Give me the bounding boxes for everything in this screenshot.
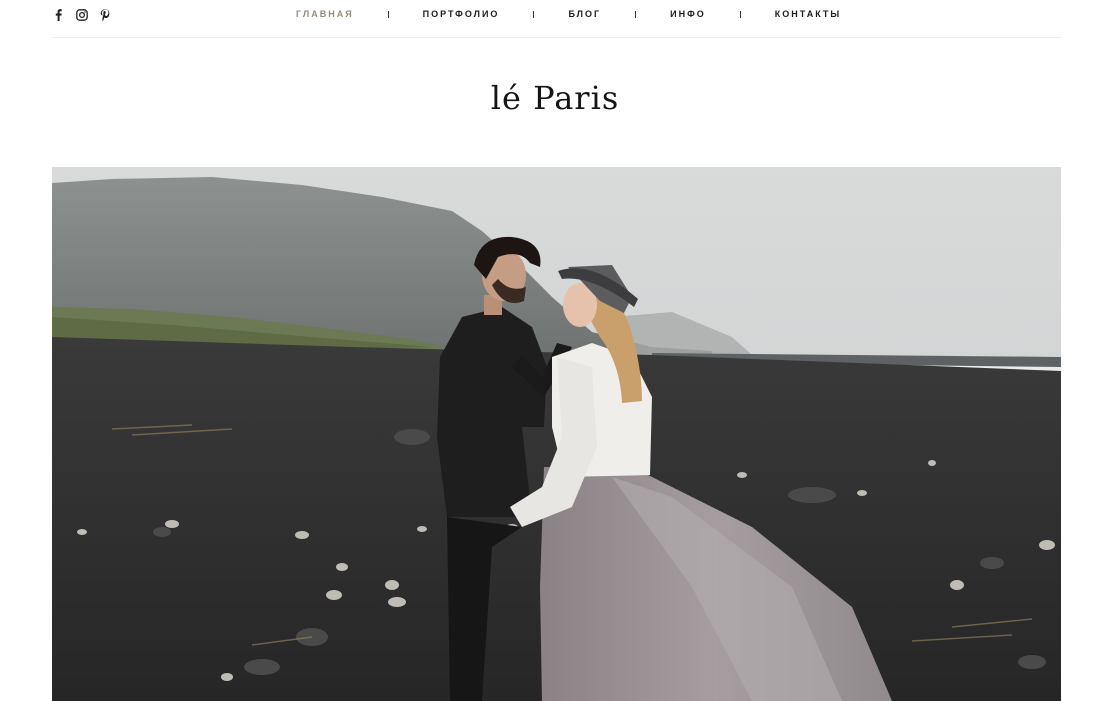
pinterest-icon[interactable] [98,8,111,22]
hero-image [52,167,1061,701]
nav-separator [635,10,637,18]
nav-separator [533,10,535,18]
site-title[interactable]: lé Paris [0,82,1100,114]
nav-item-blog[interactable]: БЛОГ [568,9,601,19]
nav-item-contacts[interactable]: КОНТАКТЫ [775,9,841,19]
nav-separator [739,10,741,18]
page: ГЛАВНАЯ ПОРТФОЛИО БЛОГ ИНФО КОНТАКТЫ lé … [0,0,1100,701]
instagram-icon[interactable] [75,8,88,22]
nav-item-portfolio[interactable]: ПОРТФОЛИО [423,9,500,19]
top-bar: ГЛАВНАЯ ПОРТФОЛИО БЛОГ ИНФО КОНТАКТЫ [52,0,1061,38]
nav-item-info[interactable]: ИНФО [670,9,706,19]
nav-separator [387,10,389,18]
nav-item-home[interactable]: ГЛАВНАЯ [296,9,354,19]
facebook-icon[interactable] [52,8,65,22]
social-links [52,8,111,22]
main-nav: ГЛАВНАЯ ПОРТФОЛИО БЛОГ ИНФО КОНТАКТЫ [296,9,841,19]
